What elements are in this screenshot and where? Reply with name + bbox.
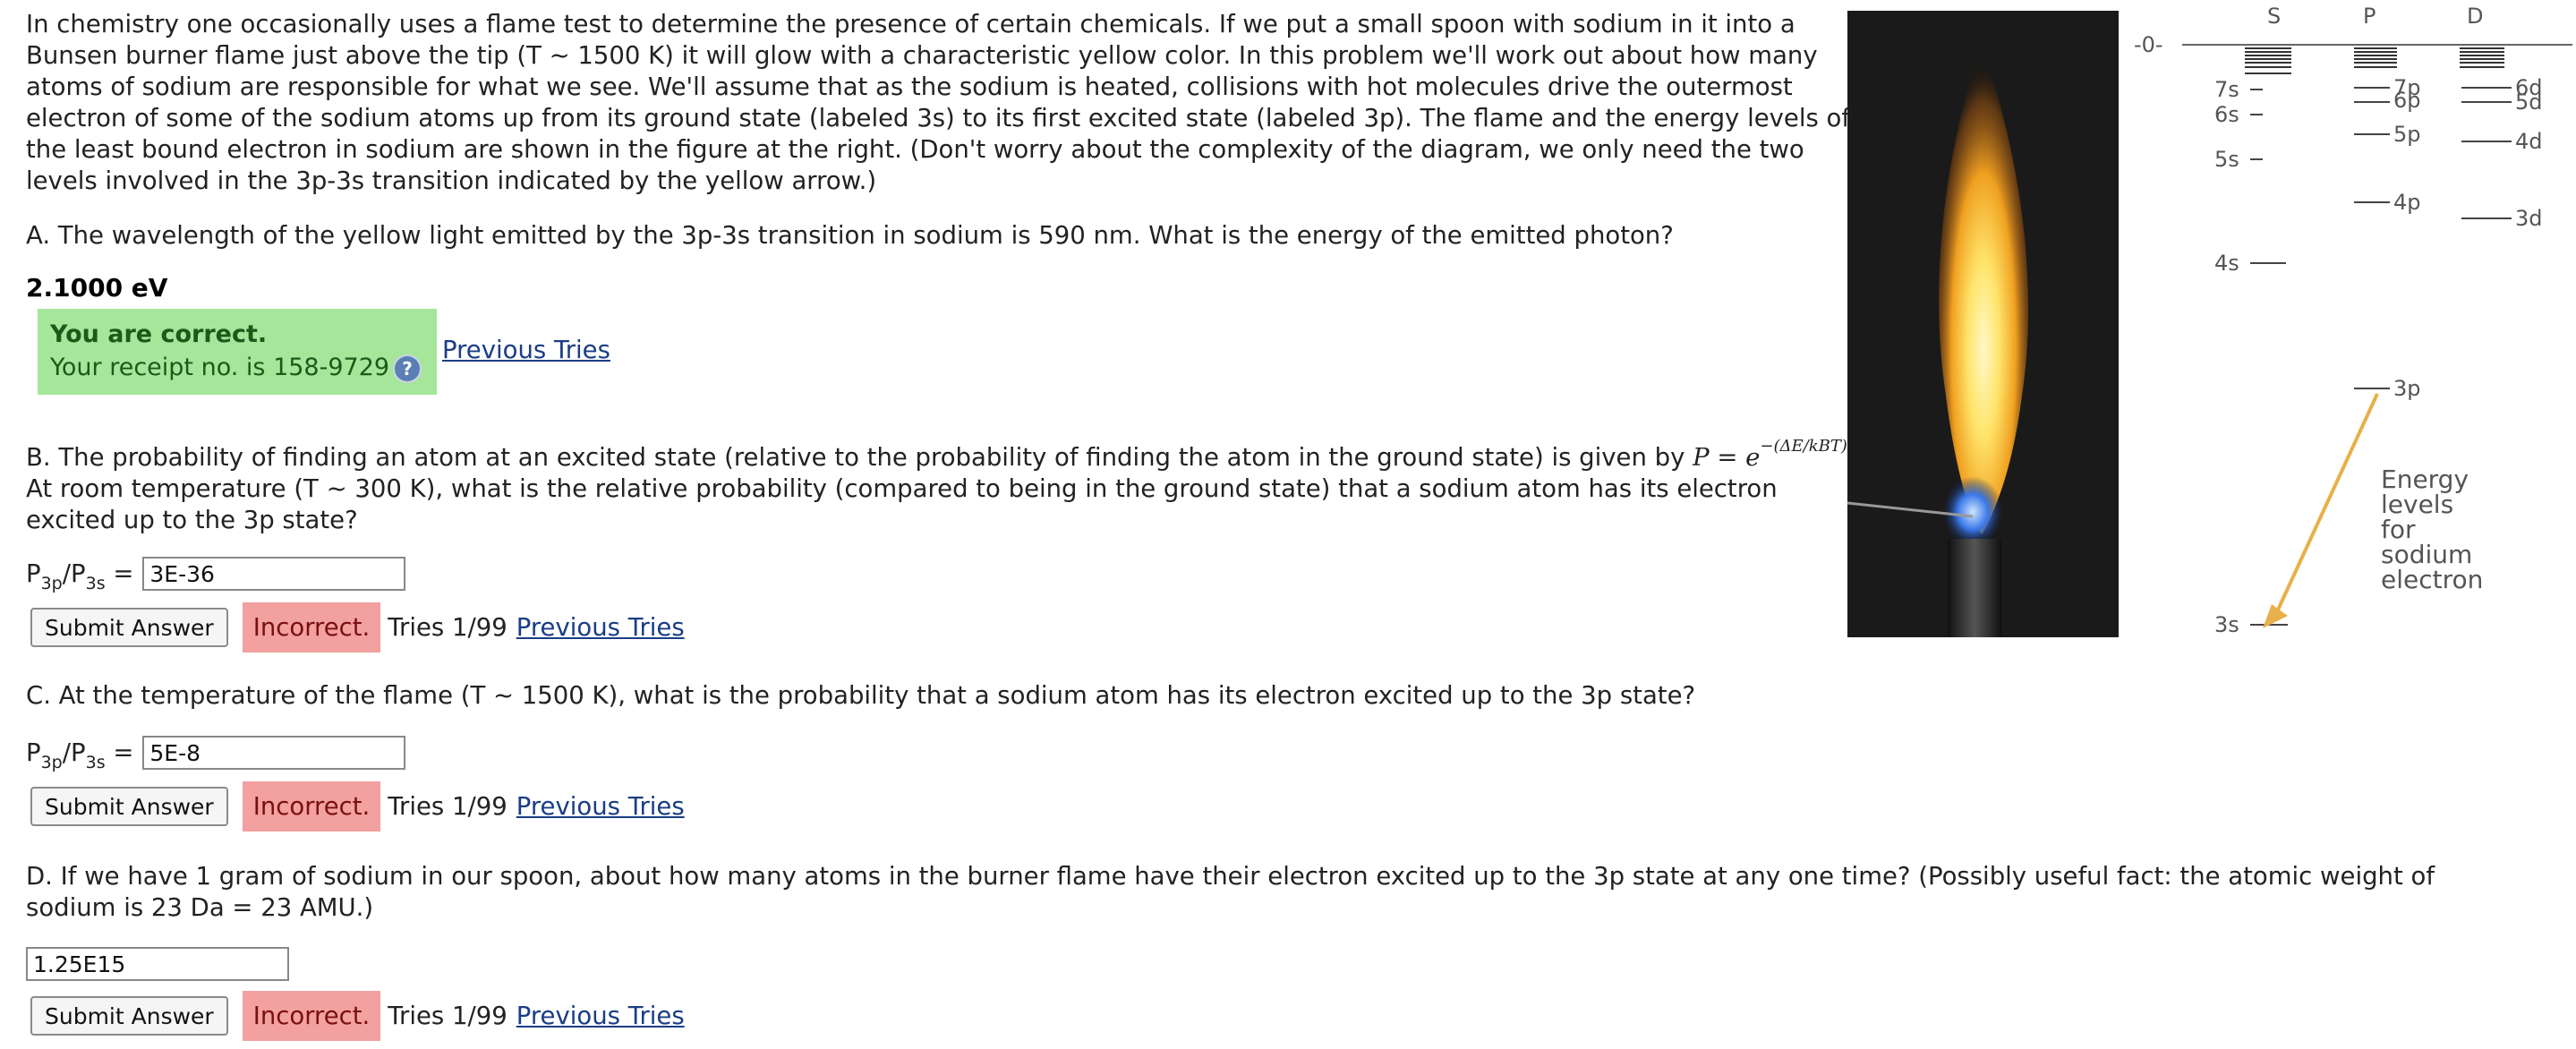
probability-formula: P = e−(ΔE/kBT) xyxy=(1693,437,1847,473)
ratio-label-b: P3p/P3s = xyxy=(26,559,134,593)
level-3p: 3p xyxy=(2393,376,2421,401)
answer-input-b[interactable] xyxy=(142,557,406,591)
previous-tries-link-c[interactable]: Previous Tries xyxy=(516,792,685,821)
answer-row-d xyxy=(26,947,289,981)
incorrect-badge-d: Incorrect. xyxy=(242,991,381,1041)
submit-row-b: Submit Answer Incorrect. Tries 1/99 Prev… xyxy=(30,602,685,652)
level-6p: 6p xyxy=(2393,88,2421,113)
caption-line-5: electron xyxy=(2381,565,2483,594)
submit-answer-button-c[interactable]: Submit Answer xyxy=(30,787,228,826)
previous-tries-link-a[interactable]: Previous Tries xyxy=(442,336,610,364)
s-dense-levels xyxy=(2245,47,2291,74)
previous-tries-link-b[interactable]: Previous Tries xyxy=(516,613,685,642)
level-4s: 4s xyxy=(2214,251,2239,276)
d-dense-levels xyxy=(2460,47,2504,68)
question-b-text: B. The probability of finding an atom at… xyxy=(26,436,1852,536)
level-3s: 3s xyxy=(2214,612,2239,637)
level-3d: 3d xyxy=(2515,206,2543,231)
question-d-text: D. If we have 1 gram of sodium in our sp… xyxy=(26,862,2435,922)
blue-cone xyxy=(1942,476,2003,548)
answer-row-c: P3p/P3s = xyxy=(26,736,406,772)
correct-status: You are correct. xyxy=(50,320,268,348)
ratio-label-c: P3p/P3s = xyxy=(26,738,134,772)
submit-row-d: Submit Answer Incorrect. Tries 1/99 Prev… xyxy=(30,991,685,1041)
help-icon[interactable]: ? xyxy=(395,355,421,381)
zero-label: -0- xyxy=(2134,32,2163,57)
incorrect-badge-b: Incorrect. xyxy=(242,602,381,652)
question-b-pre: B. The probability of finding an atom at… xyxy=(26,443,1685,473)
answer-input-c[interactable] xyxy=(142,736,406,770)
col-d-label: D xyxy=(2467,4,2483,29)
level-4p: 4p xyxy=(2393,190,2421,215)
submit-answer-button-d[interactable]: Submit Answer xyxy=(30,996,228,1036)
incorrect-badge-c: Incorrect. xyxy=(242,781,381,832)
tries-count-b: Tries 1/99 xyxy=(388,613,508,642)
receipt-text: Your receipt no. is 158-9729 xyxy=(50,354,390,381)
flame-photo xyxy=(1847,11,2119,637)
col-p-label: P xyxy=(2363,4,2376,29)
transition-arrow xyxy=(2273,393,2379,618)
energy-level-diagram: S P D -0- 7s 6s 5s 4s 3s 7p 6p 5p 4p 3p … xyxy=(2134,4,2572,637)
level-4d: 4d xyxy=(2515,129,2543,154)
submit-row-c: Submit Answer Incorrect. Tries 1/99 Prev… xyxy=(30,781,685,832)
receipt-line: Your receipt no. is 158-9729? xyxy=(50,351,424,384)
level-5d: 5d xyxy=(2515,90,2543,115)
tries-count-d: Tries 1/99 xyxy=(388,1002,508,1030)
submit-answer-button-b[interactable]: Submit Answer xyxy=(30,608,228,647)
intro-paragraph: In chemistry one occasionally uses a fla… xyxy=(26,10,1851,195)
tries-count-c: Tries 1/99 xyxy=(388,792,508,821)
burner-tube xyxy=(1948,539,2001,637)
level-5p: 5p xyxy=(2393,122,2421,147)
level-6s: 6s xyxy=(2214,102,2239,127)
question-b-post: At room temperature (T ~ 300 K), what is… xyxy=(26,474,1778,535)
p-dense-levels xyxy=(2354,47,2397,68)
previous-tries-link-d[interactable]: Previous Tries xyxy=(516,1002,685,1030)
question-a-answer: 2.1000 eV xyxy=(26,273,168,303)
answer-row-b: P3p/P3s = xyxy=(26,557,406,593)
level-7s: 7s xyxy=(2214,77,2239,102)
level-5s: 5s xyxy=(2214,147,2239,172)
col-s-label: S xyxy=(2267,4,2281,29)
correct-feedback-box: You are correct. Your receipt no. is 158… xyxy=(38,309,437,395)
question-c-text: C. At the temperature of the flame (T ~ … xyxy=(26,681,1696,710)
answer-input-d[interactable] xyxy=(26,947,289,981)
